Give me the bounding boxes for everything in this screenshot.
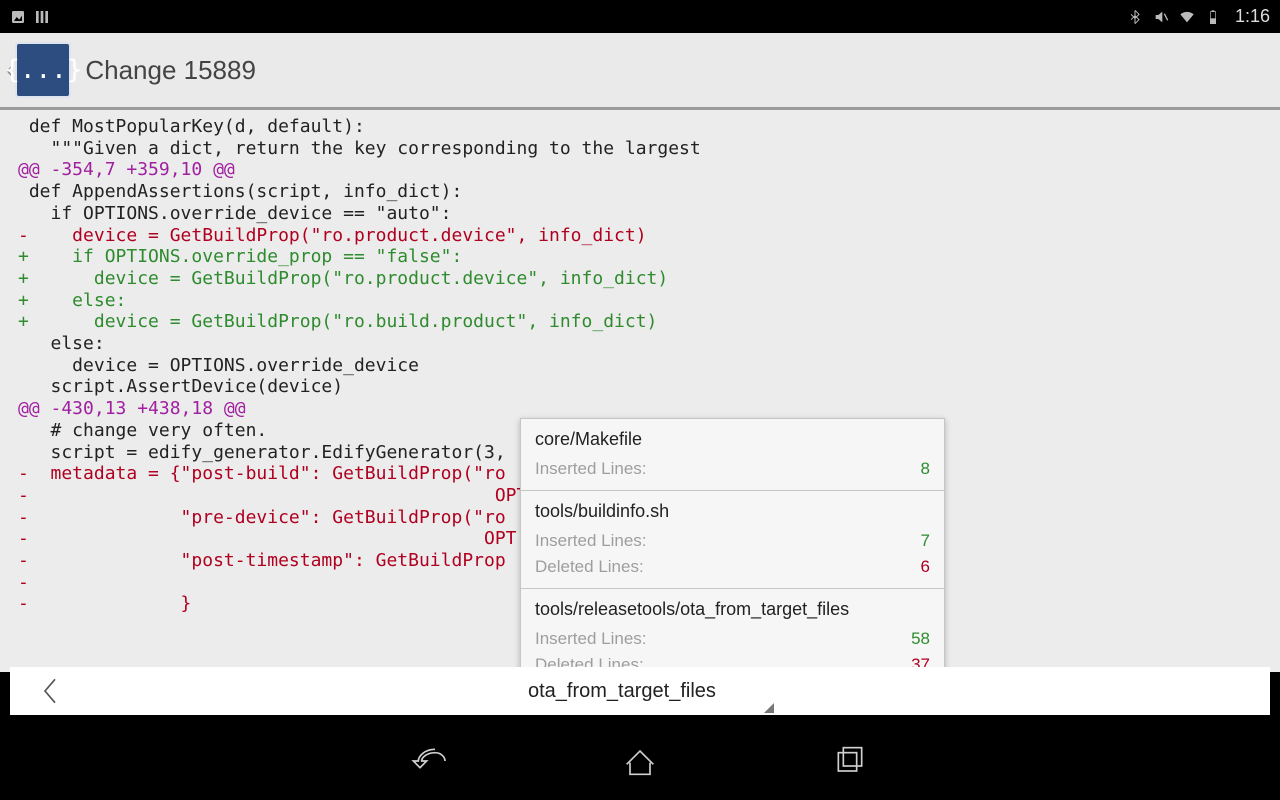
diff-line: @@ -354,7 +359,10 @@ [0,159,1280,181]
image-icon [10,9,26,25]
system-nav-bar [0,726,1280,800]
diff-line: else: [0,333,1280,355]
file-popup-item[interactable]: core/Makefile Inserted Lines:8 [521,419,944,491]
diff-line: + device = GetBuildProp("ro.product.devi… [0,268,1280,290]
diff-line: device = OPTIONS.override_device [0,355,1280,377]
file-selector-bar: ota_from_target_files [10,667,1270,715]
diff-line: def AppendAssertions(script, info_dict): [0,181,1280,203]
file-dropdown[interactable]: ota_from_target_files [528,667,768,715]
bluetooth-icon [1127,9,1143,25]
wifi-icon [1179,9,1195,25]
popup-file-name: core/Makefile [535,429,930,450]
popup-file-name: tools/buildinfo.sh [535,501,930,522]
app-icon[interactable]: {...} [15,42,71,98]
diff-line: + device = GetBuildProp("ro.build.produc… [0,311,1280,333]
battery-icon [1205,9,1221,25]
page-title: Change 15889 [85,55,256,86]
nav-home-button[interactable] [620,741,660,786]
recent-apps-icon [830,741,870,781]
action-bar: ‹ {...} Change 15889 [0,33,1280,110]
back-icon [410,741,450,781]
popup-file-name: tools/releasetools/ota_from_target_files [535,599,930,620]
file-dropdown-label: ota_from_target_files [528,680,716,703]
diff-line: """Given a dict, return the key correspo… [0,138,1280,160]
status-clock: 1:16 [1235,6,1270,27]
selector-back-button[interactable] [10,667,90,715]
diff-line: if OPTIONS.override_device == "auto": [0,203,1280,225]
diff-line: script.AssertDevice(device) [0,376,1280,398]
diff-line: @@ -430,13 +438,18 @@ [0,398,1280,420]
diff-line: + if OPTIONS.override_prop == "false": [0,246,1280,268]
diff-line: - device = GetBuildProp("ro.product.devi… [0,225,1280,247]
inserted-lines-row: Inserted Lines:7 [535,528,930,554]
deleted-lines-row: Deleted Lines:6 [535,554,930,580]
status-bar: 1:16 [0,0,1280,33]
nav-back-button[interactable] [410,741,450,786]
diff-line: def MostPopularKey(d, default): [0,116,1280,138]
inserted-lines-row: Inserted Lines:8 [535,456,930,482]
file-popup-item[interactable]: tools/buildinfo.sh Inserted Lines:7Delete… [521,491,944,589]
inserted-lines-row: Inserted Lines:58 [535,626,930,652]
nav-recent-button[interactable] [830,741,870,786]
diff-line: + else: [0,290,1280,312]
home-icon [620,741,660,781]
mute-icon [1153,9,1169,25]
menu-icon [34,9,50,25]
file-popup: core/Makefile Inserted Lines:8 tools/build… [520,418,945,687]
app-icon-glyph: {...} [4,55,82,85]
chevron-left-icon [39,676,61,706]
